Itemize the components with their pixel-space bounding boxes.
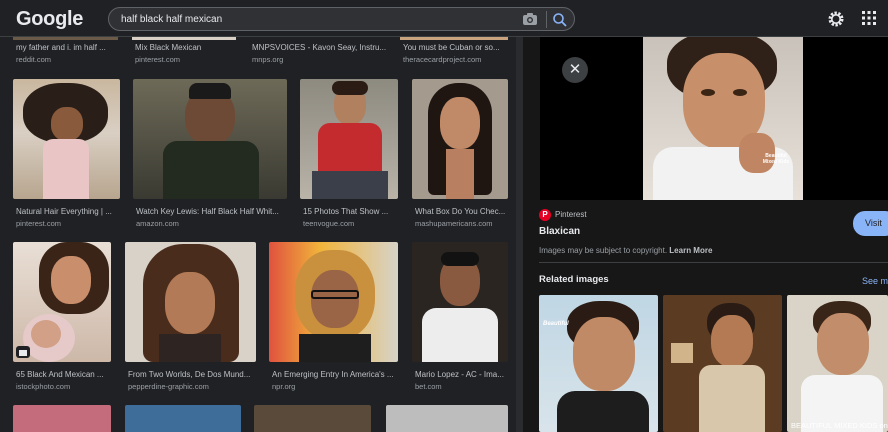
result-caption[interactable]: 15 Photos That Show ... bbox=[303, 207, 399, 216]
related-image-caption: BEAUTIFUL MIXED KIDS on ... bbox=[791, 421, 888, 430]
image-thumbnail[interactable] bbox=[133, 79, 287, 199]
top-bar: Google bbox=[0, 0, 888, 37]
image-thumbnail[interactable] bbox=[412, 79, 508, 199]
gear-icon[interactable] bbox=[827, 10, 845, 28]
result-source: bet.com bbox=[415, 382, 442, 391]
watermark: Beautiful Mixed Kids bbox=[762, 153, 790, 165]
search-bar[interactable] bbox=[108, 7, 575, 31]
image-thumbnail[interactable] bbox=[13, 405, 111, 432]
result-caption[interactable]: my father and i. im half ... bbox=[16, 43, 116, 52]
search-divider bbox=[546, 11, 547, 28]
see-more-link[interactable]: See more bbox=[862, 276, 888, 286]
source-site-name: Pinterest bbox=[555, 210, 587, 219]
result-caption[interactable]: Mario Lopez - AC - Ima... bbox=[415, 370, 511, 379]
image-thumbnail[interactable] bbox=[300, 79, 398, 199]
learn-more-link[interactable]: Learn More bbox=[669, 246, 712, 255]
result-source: reddit.com bbox=[16, 55, 52, 64]
related-image[interactable]: Beautiful bbox=[539, 295, 658, 432]
result-source: pepperdine-graphic.com bbox=[128, 382, 209, 391]
image-thumbnail[interactable] bbox=[125, 405, 241, 432]
image-thumbnail[interactable] bbox=[400, 37, 508, 40]
camera-icon[interactable] bbox=[522, 12, 538, 27]
image-thumbnail[interactable] bbox=[13, 242, 111, 362]
preview-image[interactable]: Beautiful Mixed Kids ✕ bbox=[540, 37, 888, 200]
watermark: Beautiful bbox=[543, 321, 569, 327]
result-caption[interactable]: MNPSVOICES - Kavon Seay, Instru... bbox=[252, 43, 388, 52]
result-caption[interactable]: What Box Do You Chec... bbox=[415, 207, 511, 216]
related-images-heading: Related images bbox=[539, 274, 609, 285]
divider bbox=[539, 262, 888, 263]
result-caption[interactable]: Watch Key Lewis: Half Black Half Whit... bbox=[136, 207, 286, 216]
result-caption[interactable]: An Emerging Entry In America's ... bbox=[272, 370, 398, 379]
result-caption[interactable]: From Two Worlds, De Dos Mund... bbox=[128, 370, 256, 379]
image-thumbnail[interactable] bbox=[125, 242, 256, 362]
copyright-notice: Images may be subject to copyright. Lear… bbox=[539, 246, 712, 255]
result-source: teenvogue.com bbox=[303, 219, 355, 228]
result-caption[interactable]: 65 Black And Mexican ... bbox=[16, 370, 112, 379]
result-caption[interactable]: Mix Black Mexican bbox=[135, 43, 245, 52]
result-source: mashupamericans.com bbox=[415, 219, 493, 228]
result-source: mnps.org bbox=[252, 55, 284, 64]
result-source: theracecardproject.com bbox=[403, 55, 482, 64]
google-logo[interactable]: Google bbox=[16, 8, 83, 31]
close-icon: ✕ bbox=[568, 61, 582, 78]
results-scrollbar[interactable] bbox=[516, 37, 523, 432]
image-thumbnail[interactable] bbox=[269, 242, 398, 362]
result-source: amazon.com bbox=[136, 219, 179, 228]
search-icon[interactable] bbox=[552, 12, 568, 28]
image-thumbnail[interactable] bbox=[386, 405, 508, 432]
result-source: pinterest.com bbox=[135, 55, 181, 64]
preview-title[interactable]: Blaxican bbox=[539, 226, 580, 237]
pinterest-icon: P bbox=[539, 209, 551, 221]
image-thumbnail[interactable] bbox=[412, 242, 508, 362]
result-caption[interactable]: Natural Hair Everything | ... bbox=[16, 207, 120, 216]
image-results-grid: my father and i. im half ... reddit.com … bbox=[0, 37, 523, 432]
image-thumbnail[interactable] bbox=[13, 79, 120, 199]
preview-panel: Beautiful Mixed Kids ✕ P Pinterest Blaxi… bbox=[523, 37, 888, 432]
result-source: istockphoto.com bbox=[16, 382, 71, 391]
result-source: pinterest.com bbox=[16, 219, 62, 228]
image-badge-icon bbox=[19, 350, 27, 356]
related-image[interactable] bbox=[663, 295, 782, 432]
apps-grid-icon[interactable] bbox=[862, 11, 876, 25]
visit-button[interactable]: Visit bbox=[853, 211, 888, 236]
close-button[interactable]: ✕ bbox=[562, 57, 588, 83]
image-thumbnail[interactable] bbox=[254, 405, 371, 432]
search-input[interactable] bbox=[121, 12, 501, 27]
result-caption[interactable]: You must be Cuban or so... bbox=[403, 43, 511, 52]
image-thumbnail[interactable] bbox=[132, 37, 236, 40]
result-source: npr.org bbox=[272, 382, 296, 391]
image-thumbnail[interactable] bbox=[13, 37, 118, 40]
copyright-text: Images may be subject to copyright. bbox=[539, 246, 668, 255]
related-image[interactable]: BEAUTIFUL MIXED KIDS on ... bbox=[787, 295, 888, 432]
